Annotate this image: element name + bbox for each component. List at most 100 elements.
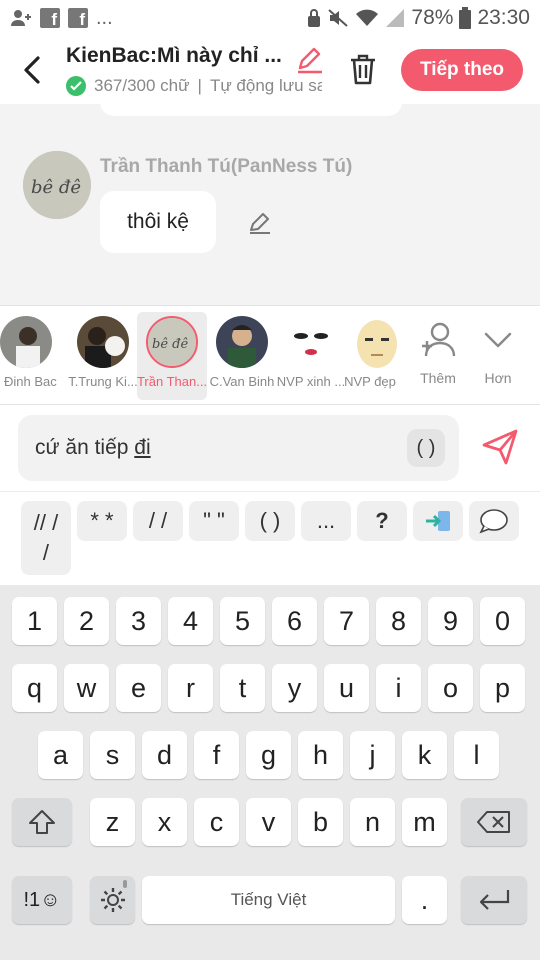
character-name: NVP xinh ... (276, 374, 346, 389)
chevron-down-icon (484, 332, 512, 348)
key-j[interactable]: j (350, 731, 395, 779)
message-input[interactable]: cứ ăn tiếp đi ( ) (18, 415, 459, 481)
key-7[interactable]: 7 (324, 597, 369, 645)
enter-scene-icon (426, 511, 450, 531)
back-arrow-icon[interactable] (18, 52, 48, 88)
key-5[interactable]: 5 (220, 597, 265, 645)
quick-symbol-slash-pair[interactable]: / / (133, 501, 183, 541)
sender-avatar[interactable]: bê đê (23, 151, 91, 219)
quick-symbol-ellipsis[interactable]: ... (301, 501, 351, 541)
space-key[interactable]: Tiếng Việt (142, 876, 395, 924)
key-0[interactable]: 0 (480, 597, 525, 645)
key-8[interactable]: 8 (376, 597, 421, 645)
key-g[interactable]: g (246, 731, 291, 779)
quick-symbol-question[interactable]: ? (357, 501, 407, 541)
key-r[interactable]: r (168, 664, 213, 712)
key-2[interactable]: 2 (64, 597, 109, 645)
battery-icon (459, 7, 472, 29)
key-4[interactable]: 4 (168, 597, 213, 645)
character-avatar (216, 316, 268, 368)
character-item[interactable]: NVP xinh ... (276, 312, 346, 400)
on-screen-keyboard: 1 2 3 4 5 6 7 8 9 0 q w e r t y u i o p … (0, 585, 540, 960)
signal-icon (386, 9, 405, 27)
message-input-text: cứ ăn tiếp đi (35, 436, 151, 459)
header: KienBac:Mì này chỉ ... 367/300 chữ | Tự … (0, 36, 540, 104)
key-n[interactable]: n (350, 798, 395, 846)
key-s[interactable]: s (90, 731, 135, 779)
send-icon[interactable] (480, 427, 520, 467)
key-e[interactable]: e (116, 664, 161, 712)
story-title: KienBac:Mì này chỉ ... (66, 44, 282, 67)
backspace-key[interactable] (461, 798, 527, 846)
settings-key[interactable] (90, 876, 135, 924)
svg-text:bê đê: bê đê (31, 177, 81, 198)
character-item[interactable]: NVP đẹp (342, 312, 412, 400)
shift-icon (29, 810, 55, 834)
speech-bubble-button[interactable] (469, 501, 519, 541)
character-strip: Đinh Bac T.Trung Ki... bê đê Trần Than..… (0, 305, 540, 405)
add-character-button[interactable]: Thêm (408, 316, 468, 396)
edit-message-icon[interactable] (248, 211, 272, 235)
key-l[interactable]: l (454, 731, 499, 779)
key-x[interactable]: x (142, 798, 187, 846)
quick-symbol-parentheses[interactable]: ( ) (245, 501, 295, 541)
chat-area: bê đê Trần Thanh Tú(PanNess Tú) thôi kệ (0, 104, 540, 305)
separator: | (197, 76, 202, 95)
message-bubble[interactable]: thôi kệ (100, 191, 216, 253)
character-name: Trần Than... (136, 374, 208, 389)
character-item[interactable]: C.Van Binh (207, 312, 277, 400)
battery-percentage: 78% (411, 6, 454, 29)
input-row: cứ ăn tiếp đi ( ) (0, 405, 540, 491)
quick-symbol-asterisks[interactable]: * * (77, 501, 127, 541)
key-u[interactable]: u (324, 664, 369, 712)
shift-key[interactable] (12, 798, 72, 846)
key-y[interactable]: y (272, 664, 317, 712)
trash-icon[interactable] (348, 52, 378, 86)
status-bar: f f ... 78% 23:30 (0, 0, 540, 36)
key-t[interactable]: t (220, 664, 265, 712)
key-d[interactable]: d (142, 731, 187, 779)
key-m[interactable]: m (402, 798, 447, 846)
more-characters-button[interactable]: Hơn (468, 316, 528, 396)
key-6[interactable]: 6 (272, 597, 317, 645)
key-q[interactable]: q (12, 664, 57, 712)
mute-icon (328, 9, 349, 27)
character-item[interactable]: T.Trung Ki... (68, 312, 138, 400)
key-h[interactable]: h (298, 731, 343, 779)
key-k[interactable]: k (402, 731, 447, 779)
character-item-selected[interactable]: bê đê Trần Than... (137, 312, 207, 400)
key-9[interactable]: 9 (428, 597, 473, 645)
previous-message-bubble (100, 104, 402, 116)
enter-key[interactable] (461, 876, 527, 924)
sender-name: Trần Thanh Tú(PanNess Tú) (100, 156, 353, 177)
symbols-key[interactable]: !1☺ (12, 876, 72, 924)
key-f[interactable]: f (194, 731, 239, 779)
key-o[interactable]: o (428, 664, 473, 712)
key-a[interactable]: a (38, 731, 83, 779)
check-icon (66, 76, 86, 96)
insert-action-button[interactable] (413, 501, 463, 541)
character-avatar (77, 316, 129, 368)
edit-title-icon[interactable] (296, 46, 324, 74)
key-b[interactable]: b (298, 798, 343, 846)
quick-symbol-quotes[interactable]: " " (189, 501, 239, 541)
key-i[interactable]: i (376, 664, 421, 712)
parenthesis-button[interactable]: ( ) (407, 429, 445, 467)
key-w[interactable]: w (64, 664, 109, 712)
key-1[interactable]: 1 (12, 597, 57, 645)
period-key[interactable]: . (402, 876, 447, 924)
key-c[interactable]: c (194, 798, 239, 846)
key-z[interactable]: z (90, 798, 135, 846)
backspace-icon (477, 811, 510, 833)
autosave-text: Tự động lưu sau (209, 76, 322, 95)
lock-icon (308, 9, 321, 27)
clock: 23:30 (477, 6, 530, 29)
quick-symbol-slashes[interactable]: // / / (21, 501, 71, 575)
next-button[interactable]: Tiếp theo (401, 49, 523, 91)
key-3[interactable]: 3 (116, 597, 161, 645)
key-p[interactable]: p (480, 664, 525, 712)
person-add-icon (11, 10, 31, 26)
character-item[interactable]: Đinh Bac (0, 312, 70, 400)
key-v[interactable]: v (246, 798, 291, 846)
enter-icon (479, 890, 510, 910)
